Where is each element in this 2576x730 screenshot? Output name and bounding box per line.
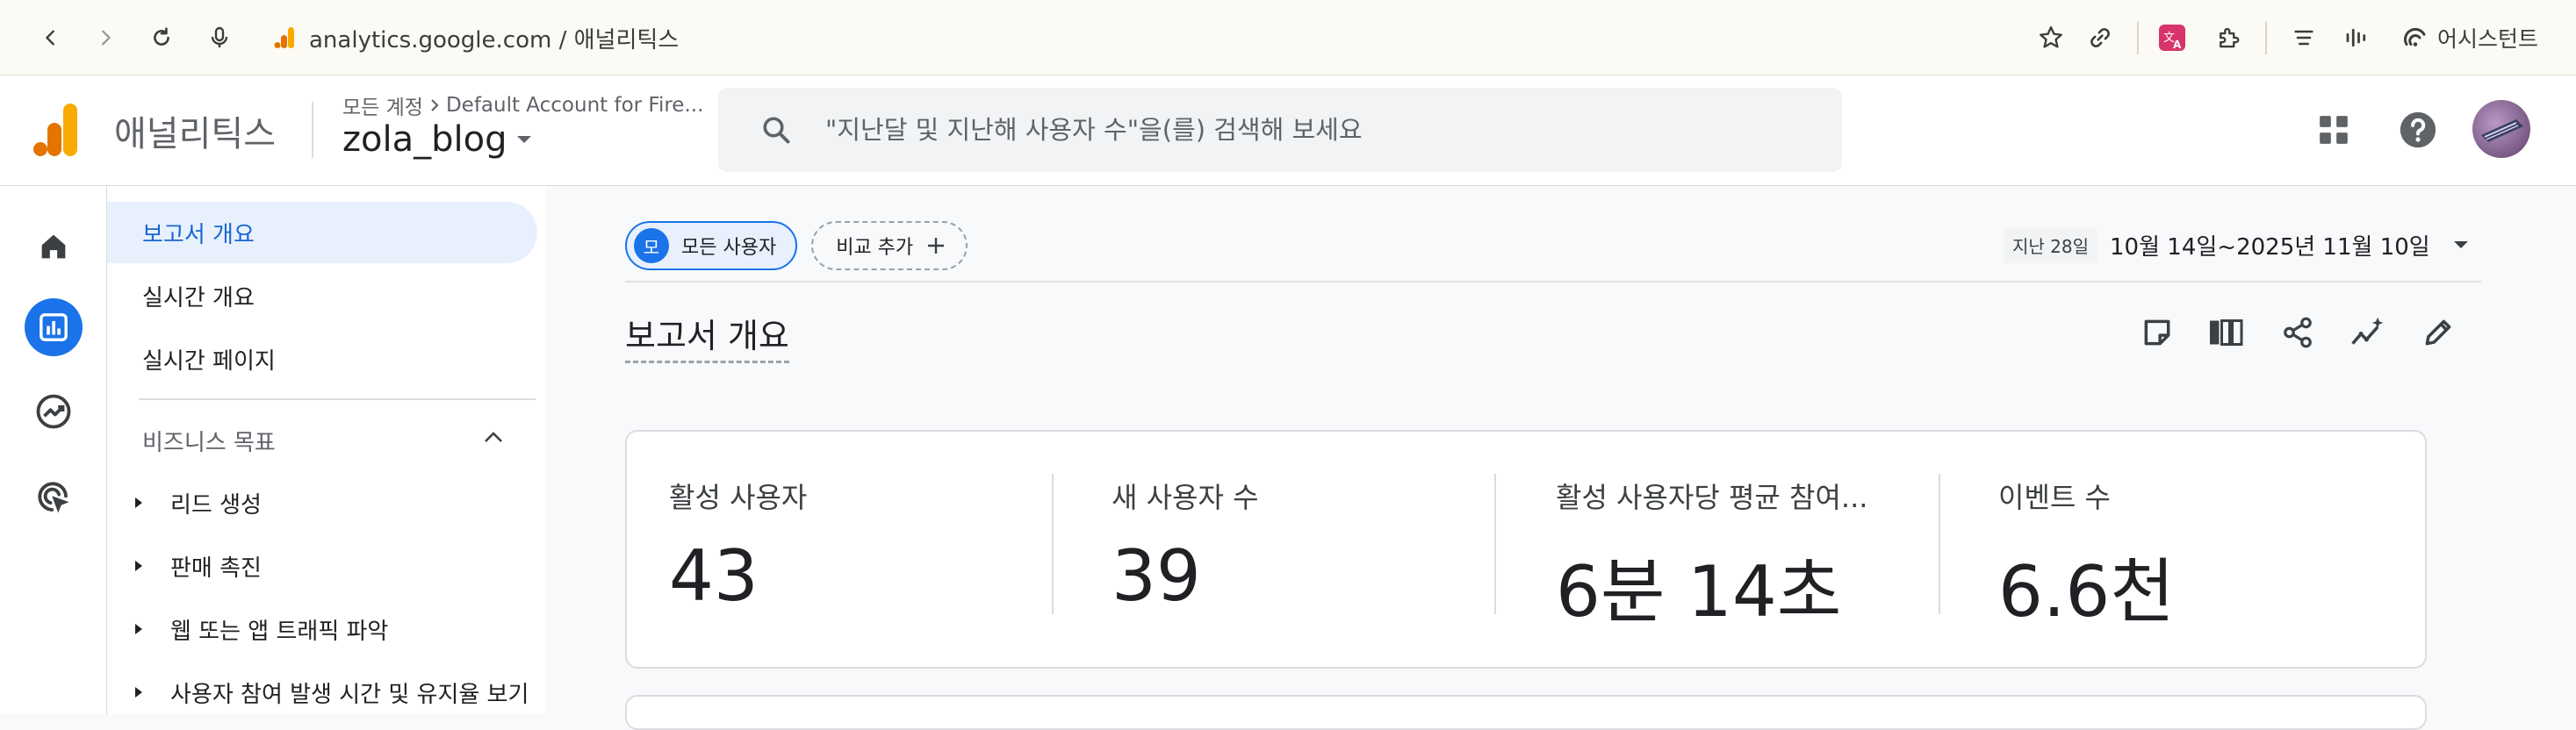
analytics-logo-icon[interactable]	[33, 102, 83, 158]
note-icon[interactable]	[2137, 312, 2177, 353]
nav-divider	[139, 398, 536, 400]
mic-icon[interactable]	[204, 22, 235, 54]
caret-right-icon	[128, 560, 149, 572]
metric-active-users[interactable]: 활성 사용자 43	[627, 432, 1057, 670]
nav-subitem-traffic[interactable]: 웹 또는 앱 트래픽 파악	[128, 607, 388, 651]
compare-columns-icon[interactable]	[2205, 312, 2246, 353]
plus-icon	[928, 238, 945, 254]
caret-down-icon	[515, 134, 533, 145]
property-selector[interactable]: zola_blog	[342, 119, 533, 160]
add-comparison-label: 비교 추가	[836, 237, 914, 259]
reports-icon[interactable]	[25, 298, 83, 356]
metric-value: 43	[669, 535, 759, 617]
caret-right-icon	[128, 623, 149, 635]
metric-divider	[1939, 474, 1940, 614]
nav-item-realtime-overview[interactable]: 실시간 개요	[107, 265, 537, 326]
translate-icon[interactable]: 文A	[2156, 22, 2188, 54]
home-icon[interactable]	[25, 218, 83, 276]
assistant-icon	[2404, 27, 2426, 47]
header-divider	[312, 102, 313, 158]
toolbar-separator	[2137, 21, 2139, 54]
chevron-up-icon[interactable]	[483, 430, 504, 444]
extension-icon[interactable]	[2213, 22, 2244, 54]
comparison-chips: 모 모든 사용자 비교 추가	[625, 221, 968, 270]
reading-list-icon[interactable]	[2288, 22, 2320, 54]
nav-section-business-objectives[interactable]: 비즈니스 목표	[142, 425, 276, 457]
metric-label: 이벤트 수	[1998, 481, 2111, 514]
apps-grid-icon[interactable]	[2311, 107, 2357, 153]
edit-icon[interactable]	[2418, 312, 2458, 353]
metric-value: 39	[1112, 535, 1201, 617]
metric-value: 6분 14초	[1556, 551, 1842, 633]
address-bar[interactable]: analytics.google.com / 애널리틱스	[274, 0, 679, 75]
analytics-header: 애널리틱스 모든 계정 Default Account for Fire... …	[0, 75, 2576, 186]
nav-subitem-label: 사용자 참여 발생 시간 및 유지율 보기	[170, 681, 529, 708]
side-nav: 보고서 개요 실시간 개요 실시간 페이지 비즈니스 목표 리드 생성 판매 촉…	[107, 186, 546, 714]
explore-icon[interactable]	[25, 383, 83, 440]
browser-toolbar: analytics.google.com / 애널리틱스 文A 어시스턴트	[0, 0, 2576, 75]
date-range-text: 10월 14일~2025년 11월 10일	[2110, 233, 2430, 261]
search-bar[interactable]	[718, 88, 1842, 172]
add-comparison-button[interactable]: 비교 추가	[811, 221, 968, 270]
nav-item-realtime-pages[interactable]: 실시간 페이지	[107, 328, 537, 390]
star-icon[interactable]	[2035, 22, 2067, 54]
help-icon[interactable]	[2395, 107, 2441, 153]
reload-icon[interactable]	[146, 22, 177, 54]
caret-down-icon	[2453, 240, 2469, 249]
brand-name: 애널리틱스	[114, 114, 276, 154]
caret-right-icon	[128, 497, 149, 509]
nav-subitem-engagement[interactable]: 사용자 참여 발생 시간 및 유지율 보기	[128, 670, 529, 714]
account-crumb-name: Default Account for Fire...	[445, 94, 704, 117]
segment-avatar: 모	[634, 228, 669, 263]
nav-subitem-lead-generation[interactable]: 리드 생성	[128, 481, 262, 525]
metric-event-count[interactable]: 이벤트 수 6.6천	[1956, 432, 2386, 670]
account-breadcrumb[interactable]: 모든 계정 Default Account for Fire...	[342, 90, 703, 120]
metric-avg-engagement[interactable]: 활성 사용자당 평균 참여... 6분 14초	[1514, 432, 1944, 670]
nav-subitem-label: 웹 또는 앱 트래픽 파악	[170, 618, 389, 645]
date-prefix: 지난 28일	[2004, 226, 2098, 263]
share-icon[interactable]	[2277, 312, 2318, 353]
metric-value: 6.6천	[1998, 551, 2175, 633]
nav-subitem-sales[interactable]: 판매 촉진	[128, 544, 262, 588]
page-title[interactable]: 보고서 개요	[625, 309, 789, 363]
metric-label: 새 사용자 수	[1112, 481, 1259, 514]
link-icon[interactable]	[2084, 22, 2116, 54]
account-crumb-all: 모든 계정	[342, 97, 423, 119]
date-range-picker[interactable]: 지난 28일 10월 14일~2025년 11월 10일	[2004, 226, 2469, 263]
forward-icon[interactable]	[90, 22, 121, 54]
address-text: analytics.google.com / 애널리틱스	[309, 26, 680, 54]
content-divider	[625, 281, 2481, 283]
toolbar-separator	[2265, 21, 2267, 54]
insights-icon[interactable]	[2348, 312, 2388, 353]
property-name: zola_blog	[342, 119, 507, 160]
avatar[interactable]	[2472, 100, 2530, 158]
assistant-button[interactable]: 어시스턴트	[2402, 0, 2538, 75]
analytics-favicon-icon	[274, 26, 295, 49]
nav-item-reports-overview[interactable]: 보고서 개요	[107, 202, 537, 263]
metric-label: 활성 사용자	[669, 481, 808, 514]
svg-text:A: A	[2173, 39, 2182, 51]
left-rail	[0, 186, 107, 714]
nav-subitem-label: 판매 촉진	[170, 555, 262, 582]
audio-icon[interactable]	[2341, 22, 2372, 54]
next-card	[625, 695, 2427, 730]
segment-chip-all-users[interactable]: 모 모든 사용자	[625, 221, 798, 270]
back-icon[interactable]	[35, 22, 67, 54]
advertising-icon[interactable]	[25, 469, 83, 526]
metric-divider	[1494, 474, 1496, 614]
metric-label: 활성 사용자당 평균 참여...	[1556, 481, 1868, 514]
assistant-label: 어시스턴트	[2437, 26, 2539, 52]
metrics-card: 활성 사용자 43 새 사용자 수 39 활성 사용자당 평균 참여... 6분…	[625, 430, 2427, 669]
chevron-right-icon	[428, 97, 441, 113]
search-input[interactable]	[824, 114, 1789, 146]
segment-label: 모든 사용자	[681, 237, 777, 259]
metric-new-users[interactable]: 새 사용자 수 39	[1069, 432, 1500, 670]
metric-divider	[1052, 474, 1054, 614]
nav-subitem-label: 리드 생성	[170, 491, 262, 519]
search-icon	[760, 114, 792, 146]
caret-right-icon	[128, 686, 149, 698]
